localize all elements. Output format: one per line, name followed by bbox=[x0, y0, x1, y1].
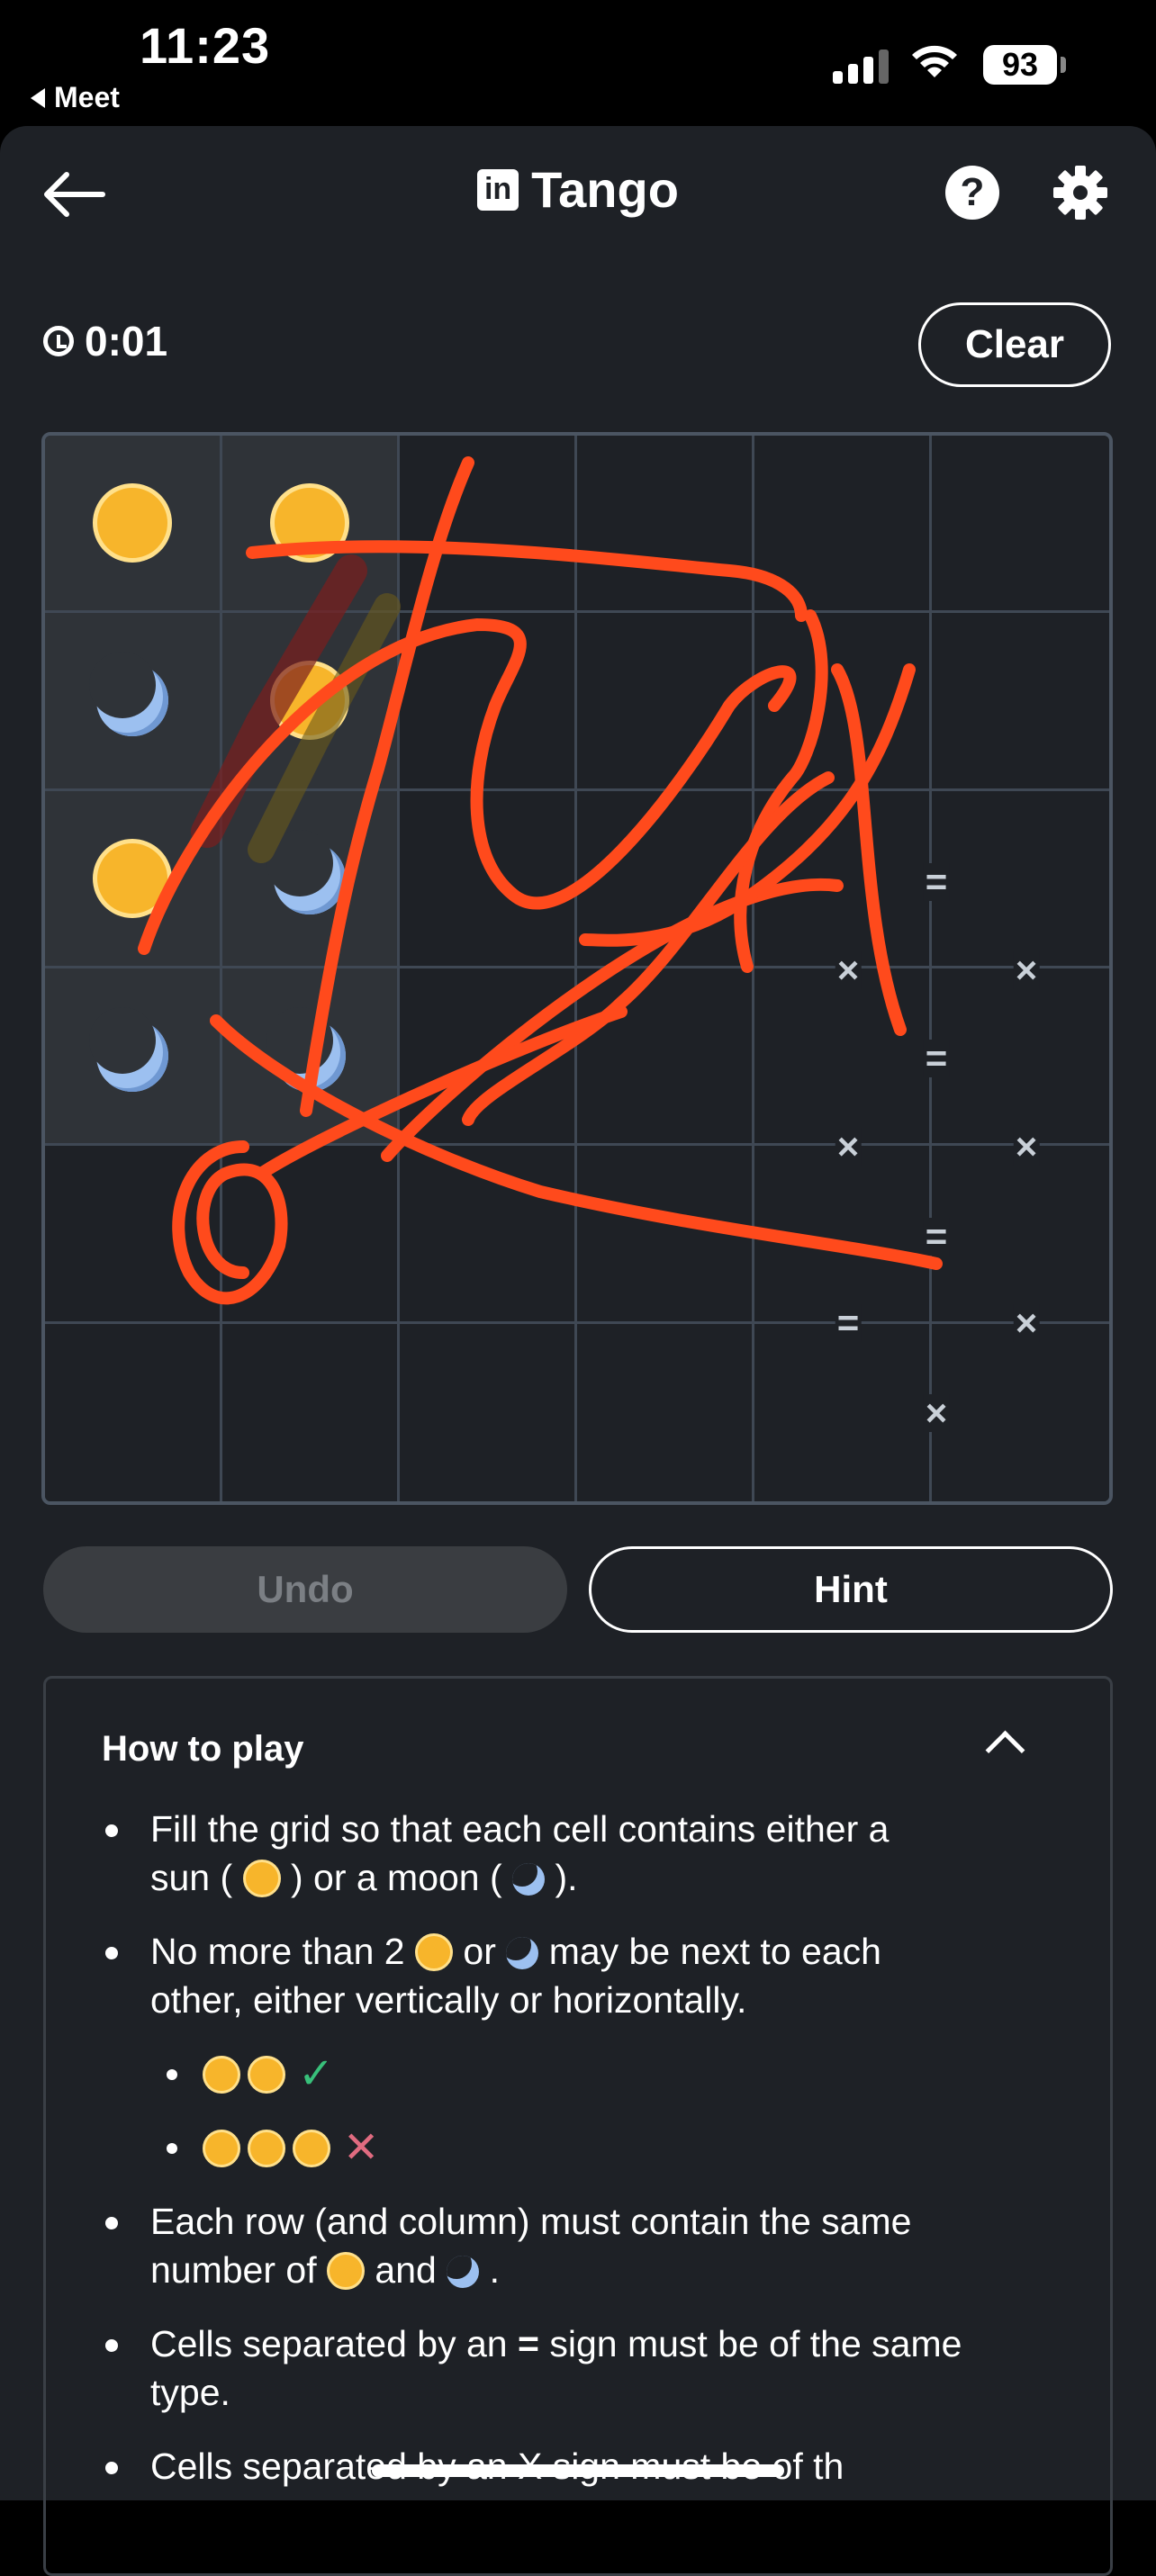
settings-gear-icon[interactable] bbox=[1050, 162, 1111, 223]
check-icon: ✓ bbox=[298, 2050, 335, 2098]
clear-button[interactable]: Clear bbox=[918, 302, 1111, 387]
board-cell[interactable] bbox=[222, 436, 400, 614]
timer-value: 0:01 bbox=[85, 318, 168, 365]
board-cell[interactable] bbox=[932, 1323, 1109, 1501]
board-cell[interactable] bbox=[577, 1146, 754, 1324]
moon-icon bbox=[266, 829, 346, 914]
how-to-play-title: How to play bbox=[102, 1729, 304, 1769]
sun-icon bbox=[248, 2056, 285, 2094]
collapse-chevron-icon[interactable] bbox=[985, 1730, 1025, 1770]
linkedin-logo-icon: in bbox=[477, 168, 519, 211]
sun-icon bbox=[327, 2252, 366, 2290]
sun-icon bbox=[93, 838, 172, 918]
rule-item: Each row (and column) must contain the s… bbox=[102, 2197, 1074, 2294]
battery-indicator: 93 bbox=[983, 45, 1057, 85]
board-cell[interactable] bbox=[754, 436, 932, 614]
cellular-signal-icon bbox=[833, 41, 889, 84]
how-to-play-panel: How to play Fill the grid so that each c… bbox=[43, 1676, 1113, 2576]
cross-sign: × bbox=[835, 949, 862, 991]
board-cell[interactable] bbox=[400, 1323, 577, 1501]
sun-icon bbox=[203, 2056, 240, 2094]
undo-button[interactable]: Undo bbox=[43, 1546, 567, 1633]
board-grid bbox=[45, 436, 1109, 1501]
cross-icon: ✕ bbox=[343, 2124, 380, 2172]
hint-button[interactable]: Hint bbox=[589, 1546, 1113, 1633]
back-app-label: Meet bbox=[54, 81, 120, 113]
back-to-app-link[interactable]: Meet bbox=[31, 81, 120, 114]
board-cell[interactable] bbox=[400, 790, 577, 968]
sun-icon bbox=[293, 2130, 330, 2167]
moon-icon bbox=[266, 1007, 346, 1093]
board-cell[interactable] bbox=[400, 613, 577, 791]
board-cell[interactable] bbox=[400, 1146, 577, 1324]
title-text: Tango bbox=[531, 161, 679, 218]
rule-item: Fill the grid so that each cell contains… bbox=[102, 1805, 1074, 1902]
board-cell[interactable] bbox=[754, 790, 932, 968]
moon-icon bbox=[89, 1007, 168, 1093]
help-icon[interactable]: ? bbox=[945, 166, 999, 220]
board-cell[interactable] bbox=[45, 436, 222, 614]
board-cell[interactable] bbox=[45, 613, 222, 791]
board-cell[interactable] bbox=[45, 968, 222, 1147]
sun-icon bbox=[242, 1860, 281, 1897]
game-board: = × × = × × = = × × bbox=[41, 432, 1113, 1505]
board-cell[interactable] bbox=[932, 613, 1109, 791]
board-cell[interactable] bbox=[400, 436, 577, 614]
moon-icon bbox=[447, 2256, 480, 2288]
board-cell[interactable] bbox=[222, 1323, 400, 1501]
status-bar: 11:23 Meet 93 bbox=[0, 0, 1156, 126]
equal-sign: = bbox=[923, 1037, 950, 1079]
clock-icon bbox=[43, 326, 74, 356]
rules-list: Fill the grid so that each cell contains… bbox=[102, 1805, 1074, 2516]
back-triangle-icon bbox=[31, 87, 45, 108]
cross-sign: × bbox=[923, 1392, 950, 1434]
moon-icon bbox=[512, 1863, 546, 1896]
example-valid: ✓ bbox=[102, 2049, 1074, 2100]
moon-icon bbox=[89, 652, 168, 737]
board-cell[interactable] bbox=[754, 1323, 932, 1501]
equal-sign: = bbox=[923, 1215, 950, 1257]
sun-icon bbox=[93, 483, 172, 563]
board-cell[interactable] bbox=[45, 1323, 222, 1501]
cross-sign: × bbox=[1013, 1125, 1040, 1167]
equal-sign: = bbox=[923, 860, 950, 903]
board-cell[interactable] bbox=[222, 968, 400, 1147]
sun-icon bbox=[248, 2130, 285, 2167]
board-cell[interactable] bbox=[577, 613, 754, 791]
board-cell[interactable] bbox=[577, 1323, 754, 1501]
board-cell[interactable] bbox=[932, 436, 1109, 614]
board-cell[interactable] bbox=[932, 968, 1109, 1147]
timer: 0:01 bbox=[43, 317, 167, 365]
battery-tip bbox=[1061, 57, 1066, 73]
wifi-icon bbox=[912, 45, 957, 77]
board-cell[interactable] bbox=[577, 968, 754, 1147]
sun-icon bbox=[270, 483, 349, 563]
board-cell[interactable] bbox=[577, 790, 754, 968]
board-cell[interactable] bbox=[754, 1146, 932, 1324]
status-time: 11:23 bbox=[140, 17, 271, 74]
example-invalid: ✕ bbox=[102, 2123, 1074, 2174]
board-cell[interactable] bbox=[754, 613, 932, 791]
moon-icon bbox=[506, 1937, 539, 1969]
sun-icon bbox=[203, 2130, 240, 2167]
cross-sign: × bbox=[1013, 1302, 1040, 1344]
sun-icon bbox=[415, 1933, 454, 1971]
rule-item: Cells separated by an = sign must be of … bbox=[102, 2319, 1074, 2417]
board-cell[interactable] bbox=[932, 1146, 1109, 1324]
equal-sign: = bbox=[835, 1302, 862, 1344]
sun-icon bbox=[270, 661, 349, 741]
board-cell[interactable] bbox=[45, 790, 222, 968]
cross-sign: × bbox=[1013, 949, 1040, 991]
board-cell[interactable] bbox=[754, 968, 932, 1147]
board-cell[interactable] bbox=[577, 436, 754, 614]
board-cell[interactable] bbox=[222, 790, 400, 968]
board-cell[interactable] bbox=[222, 613, 400, 791]
board-cell[interactable] bbox=[45, 1146, 222, 1324]
cross-sign: × bbox=[835, 1125, 862, 1167]
rule-item: No more than 2 or may be next to each ot… bbox=[102, 1927, 1074, 2024]
board-cell[interactable] bbox=[222, 1146, 400, 1324]
board-cell[interactable] bbox=[932, 790, 1109, 968]
board-cell[interactable] bbox=[400, 968, 577, 1147]
home-indicator[interactable] bbox=[372, 2464, 784, 2477]
